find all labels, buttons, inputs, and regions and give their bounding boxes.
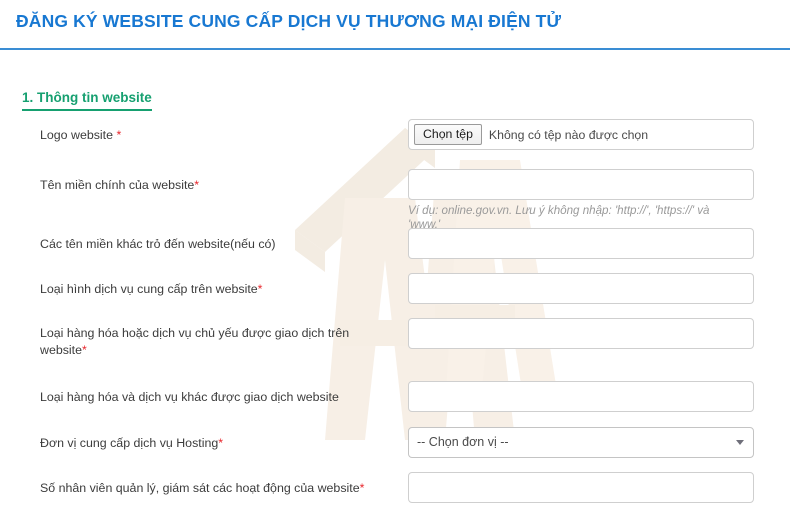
label-staff-count-text: Số nhân viên quản lý, giám sát các hoạt … — [40, 481, 360, 495]
label-staff-count: Số nhân viên quản lý, giám sát các hoạt … — [40, 480, 400, 497]
label-main-goods: Loại hàng hóa hoặc dịch vụ chủ yếu được … — [40, 325, 360, 359]
label-other-domains-text: Các tên miền khác trỏ đến website(nếu có… — [40, 237, 276, 251]
choose-file-button[interactable]: Chọn tệp — [414, 124, 482, 145]
other-goods-input[interactable] — [408, 381, 754, 412]
file-status-text: Không có tệp nào được chọn — [488, 127, 649, 142]
staff-count-input[interactable] — [408, 472, 754, 503]
service-type-input[interactable] — [408, 273, 754, 304]
field-hosting-provider: -- Chọn đơn vị -- — [408, 427, 754, 458]
label-logo: Logo website * — [40, 127, 390, 144]
required-marker-main-domain: * — [194, 178, 200, 192]
required-marker-hosting-provider: * — [218, 436, 224, 450]
label-service-type: Loại hình dịch vụ cung cấp trên website* — [40, 281, 390, 298]
field-service-type — [408, 273, 754, 304]
label-other-domains: Các tên miền khác trỏ đến website(nếu có… — [40, 236, 390, 253]
page-title: ĐĂNG KÝ WEBSITE CUNG CẤP DỊCH VỤ THƯƠNG … — [16, 11, 562, 31]
label-logo-text: Logo website — [40, 128, 117, 142]
label-main-domain-text: Tên miền chính của website — [40, 178, 195, 192]
logo-file-input[interactable]: Chọn tệp Không có tệp nào được chọn — [408, 119, 754, 150]
other-domains-input[interactable] — [408, 228, 754, 259]
field-other-goods — [408, 381, 754, 412]
main-goods-input[interactable] — [408, 318, 754, 349]
main-domain-input[interactable] — [408, 169, 754, 200]
label-hosting-provider: Đơn vị cung cấp dịch vụ Hosting* — [40, 435, 390, 452]
hosting-provider-selected-value[interactable]: -- Chọn đơn vị -- — [408, 427, 754, 458]
required-marker-staff-count: * — [359, 481, 365, 495]
label-hosting-provider-text: Đơn vị cung cấp dịch vụ Hosting — [40, 436, 219, 450]
field-main-domain: Ví dụ: online.gov.vn. Lưu ý không nhập: … — [408, 169, 754, 232]
required-marker-service-type: * — [257, 282, 263, 296]
hosting-provider-select[interactable]: -- Chọn đơn vị -- — [408, 427, 754, 458]
required-marker-logo: * — [116, 128, 122, 142]
field-staff-count — [408, 472, 754, 503]
field-main-goods — [408, 318, 754, 349]
label-other-goods-text: Loại hàng hóa và dịch vụ khác được giao … — [40, 390, 339, 404]
label-main-domain: Tên miền chính của website* — [40, 177, 390, 194]
section-heading-website-info: 1. Thông tin website — [22, 90, 152, 111]
label-other-goods: Loại hàng hóa và dịch vụ khác được giao … — [40, 389, 390, 406]
required-marker-main-goods: * — [82, 343, 87, 357]
label-service-type-text: Loại hình dịch vụ cung cấp trên website — [40, 282, 258, 296]
field-logo: Chọn tệp Không có tệp nào được chọn — [408, 119, 754, 150]
field-other-domains — [408, 228, 754, 259]
title-divider — [0, 48, 790, 50]
registration-form-page: ĐĂNG KÝ WEBSITE CUNG CẤP DỊCH VỤ THƯƠNG … — [0, 0, 790, 521]
